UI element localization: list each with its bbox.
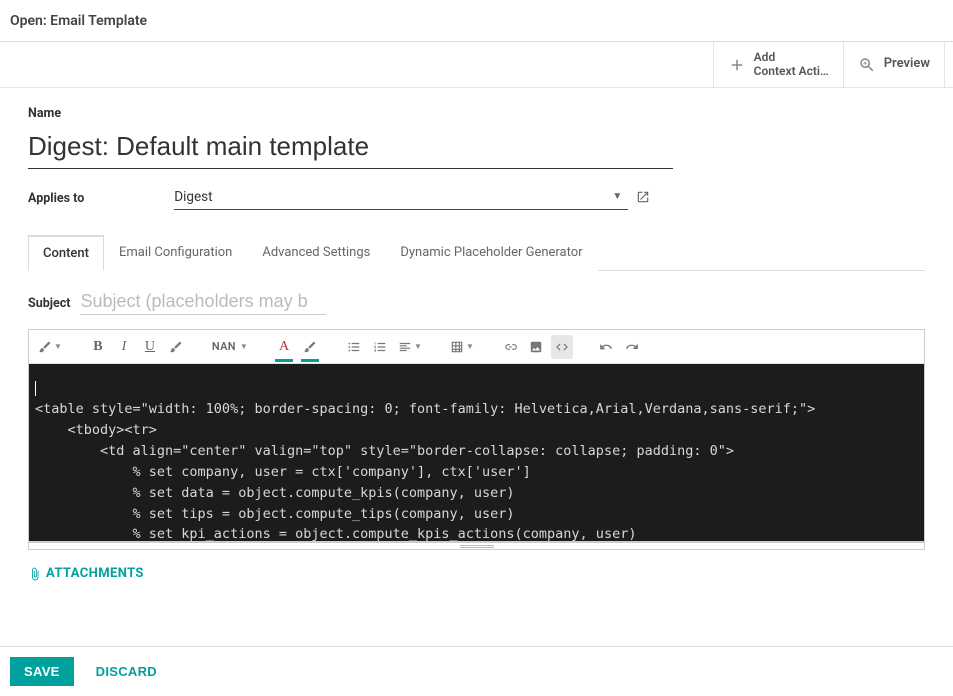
applies-to-label: Applies to <box>28 191 84 206</box>
redo-button[interactable] <box>621 335 643 359</box>
italic-button[interactable]: I <box>113 335 135 359</box>
image-button[interactable] <box>525 335 547 359</box>
text-cursor <box>35 381 36 396</box>
tab-advanced-settings[interactable]: Advanced Settings <box>247 235 385 271</box>
plus-icon <box>728 56 746 74</box>
applies-to-select[interactable]: Digest <box>174 187 628 210</box>
align-button[interactable]: ▼ <box>395 335 425 359</box>
add-context-action-button[interactable]: Add Context Acti… <box>713 42 843 87</box>
paperclip-icon <box>28 567 42 581</box>
magnify-plus-icon <box>858 56 876 74</box>
form-area: Name Applies to Digest ▼ Content Email C… <box>0 88 953 585</box>
save-button[interactable]: SAVE <box>10 657 74 686</box>
table-button[interactable]: ▼ <box>447 335 477 359</box>
highlight-color-button[interactable] <box>299 335 321 359</box>
unordered-list-button[interactable] <box>343 335 365 359</box>
code-view-button[interactable] <box>551 335 573 359</box>
dialog-title-text: Open: Email Template <box>10 13 147 29</box>
bold-button[interactable]: B <box>87 335 109 359</box>
undo-button[interactable] <box>595 335 617 359</box>
clear-format-button[interactable] <box>165 335 187 359</box>
applies-to-value: Digest <box>174 189 212 205</box>
dialog-title: Open: Email Template <box>0 0 953 42</box>
attachments-label: ATTACHMENTS <box>46 566 144 581</box>
code-content: <table style="width: 100%; border-spacin… <box>35 401 815 542</box>
resize-handle[interactable] <box>29 542 924 549</box>
footer-bar: SAVE DISCARD <box>0 646 953 696</box>
underline-button[interactable]: U <box>139 335 161 359</box>
font-size-dropdown[interactable]: NAN▼ <box>209 335 251 359</box>
name-input[interactable] <box>28 127 673 169</box>
tabs: Content Email Configuration Advanced Set… <box>28 234 925 271</box>
rich-text-editor: ▼ B I U NAN▼ A <box>28 329 925 550</box>
ordered-list-button[interactable] <box>369 335 391 359</box>
code-editor[interactable]: <table style="width: 100%; border-spacin… <box>29 364 924 542</box>
tab-dynamic-placeholder-generator[interactable]: Dynamic Placeholder Generator <box>385 235 597 271</box>
link-button[interactable] <box>499 335 521 359</box>
add-context-action-label: Add Context Acti… <box>754 51 829 77</box>
external-link-icon[interactable] <box>636 189 650 208</box>
subject-input[interactable] <box>80 289 326 315</box>
subject-label: Subject <box>28 296 70 311</box>
preview-button[interactable]: Preview <box>843 42 945 87</box>
name-label: Name <box>28 106 925 121</box>
discard-button[interactable]: DISCARD <box>90 663 163 680</box>
action-bar: Add Context Acti… Preview <box>0 42 953 88</box>
font-color-button[interactable]: A <box>273 335 295 359</box>
preview-label: Preview <box>884 57 930 71</box>
brush-style-button[interactable]: ▼ <box>35 335 65 359</box>
attachments-button[interactable]: ATTACHMENTS <box>28 566 144 581</box>
tab-content[interactable]: Content <box>28 235 104 271</box>
editor-toolbar: ▼ B I U NAN▼ A <box>29 330 924 364</box>
tab-email-configuration[interactable]: Email Configuration <box>104 235 247 271</box>
